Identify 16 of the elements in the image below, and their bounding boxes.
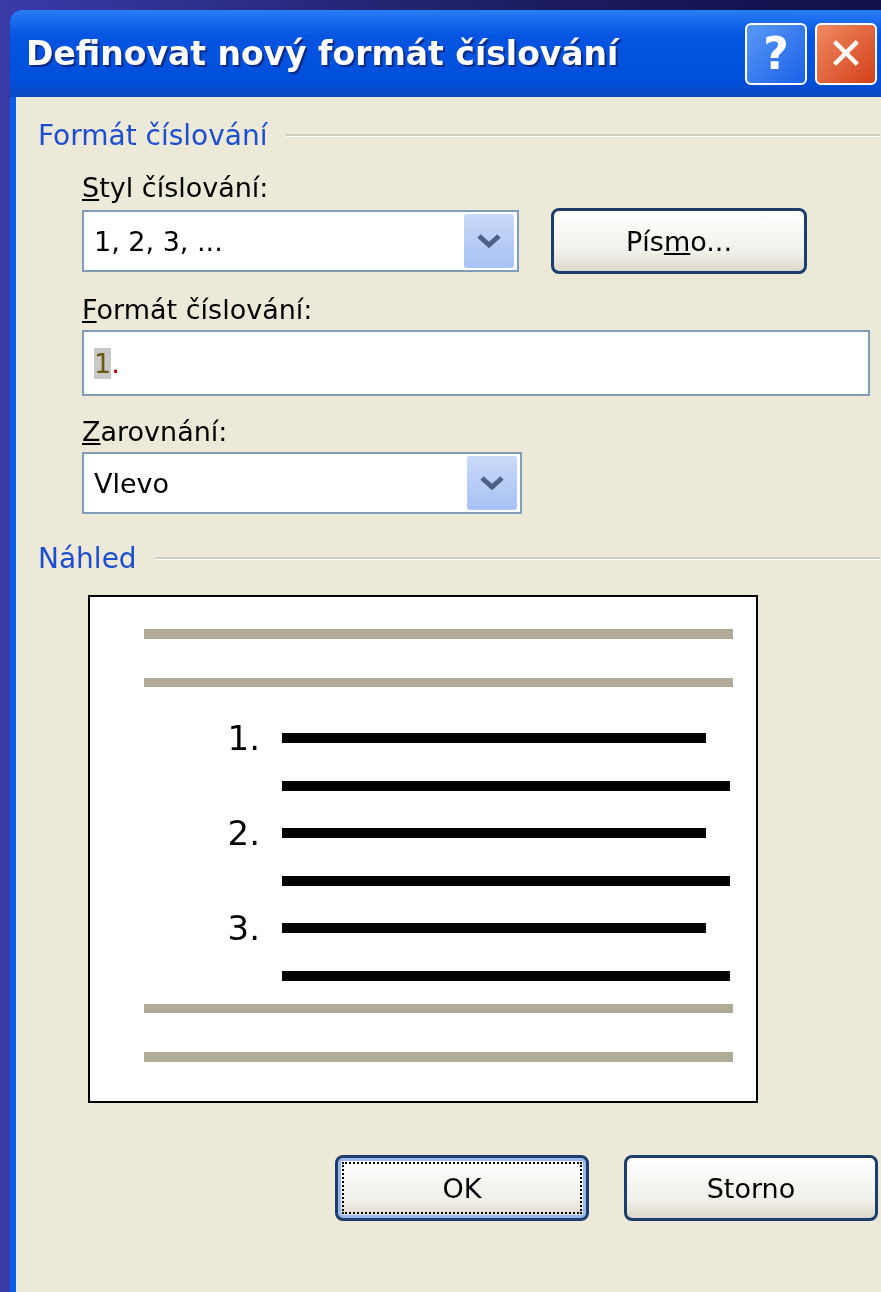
field-label: Styl číslování: (82, 172, 270, 205)
field-label: Formát číslování: (82, 294, 314, 327)
cancel-button[interactable]: Storno (624, 1155, 878, 1221)
window-title: Definovat nový formát číslování (26, 34, 619, 73)
alignment-dropdown[interactable]: Vlevo (82, 452, 522, 514)
list-number: 1. (226, 718, 261, 759)
ok-button[interactable]: OK (335, 1155, 589, 1221)
help-button[interactable]: ? (745, 22, 807, 85)
number-format-field[interactable]: 1. (82, 330, 870, 396)
group-title: Náhled (38, 542, 137, 575)
list-number: 3. (226, 908, 261, 949)
font-button[interactable]: Písmo... (551, 208, 807, 274)
numbering-style-dropdown[interactable]: 1, 2, 3, ... (82, 210, 519, 272)
group-title: Formát číslování (38, 119, 268, 152)
field-label: Zarovnání: (82, 416, 229, 449)
list-number: 2. (226, 813, 261, 854)
